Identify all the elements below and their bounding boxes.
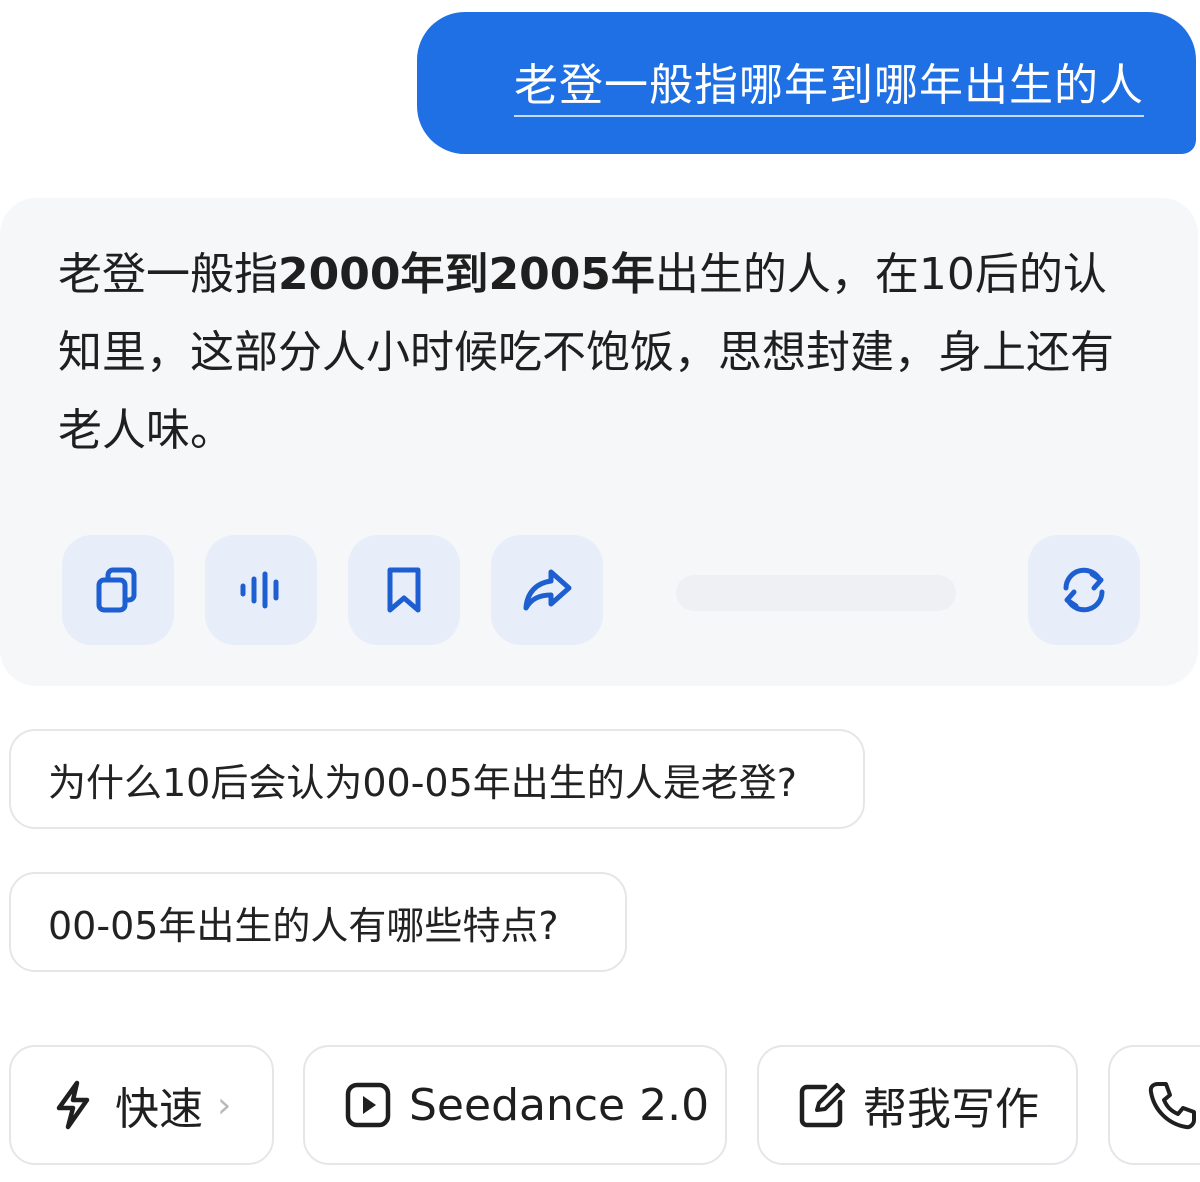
faded-placeholder-bar bbox=[676, 575, 956, 611]
help-write-button[interactable]: 帮我写作 bbox=[757, 1045, 1078, 1165]
lightning-icon bbox=[56, 1080, 90, 1130]
seedance-label: Seedance 2.0 bbox=[409, 1079, 710, 1131]
bookmark-button[interactable] bbox=[348, 535, 460, 645]
share-icon bbox=[523, 569, 572, 611]
bookmark-icon bbox=[387, 567, 421, 613]
fast-mode-button[interactable]: 快速 › bbox=[9, 1045, 274, 1165]
suggestion-chip-1[interactable]: 为什么10后会认为00-05年出生的人是老登? bbox=[9, 729, 865, 829]
suggestion-text-1: 为什么10后会认为00-05年出生的人是老登? bbox=[48, 760, 797, 805]
suggestion-chip-2[interactable]: 00-05年出生的人有哪些特点? bbox=[9, 872, 627, 972]
phone-icon bbox=[1148, 1082, 1196, 1130]
copy-button[interactable] bbox=[62, 535, 174, 645]
ai-response-text: 老登一般指2000年到2005年出生的人，在10后的认知里，这部分人小时候吃不饱… bbox=[58, 236, 1148, 470]
ai-response-part1: 老登一般指 bbox=[58, 249, 278, 300]
call-button[interactable] bbox=[1108, 1045, 1200, 1165]
seedance-button[interactable]: Seedance 2.0 bbox=[303, 1045, 727, 1165]
chevron-right-icon: › bbox=[217, 1084, 232, 1126]
help-write-label: 帮我写作 bbox=[863, 1084, 1039, 1135]
share-button[interactable] bbox=[491, 535, 603, 645]
ai-response-bold: 2000年到2005年 bbox=[278, 249, 655, 300]
regenerate-button[interactable] bbox=[1028, 535, 1140, 645]
suggestion-text-2: 00-05年出生的人有哪些特点? bbox=[48, 903, 559, 948]
edit-icon bbox=[799, 1083, 845, 1128]
audio-wave-icon bbox=[240, 571, 279, 609]
user-message-text: 老登一般指哪年到哪年出生的人 bbox=[514, 49, 1144, 117]
refresh-icon bbox=[1063, 567, 1105, 613]
user-message-bubble: 老登一般指哪年到哪年出生的人 bbox=[417, 12, 1196, 154]
play-square-icon bbox=[345, 1082, 391, 1128]
read-aloud-button[interactable] bbox=[205, 535, 317, 645]
copy-icon bbox=[96, 567, 137, 613]
fast-mode-label: 快速 bbox=[115, 1084, 203, 1135]
